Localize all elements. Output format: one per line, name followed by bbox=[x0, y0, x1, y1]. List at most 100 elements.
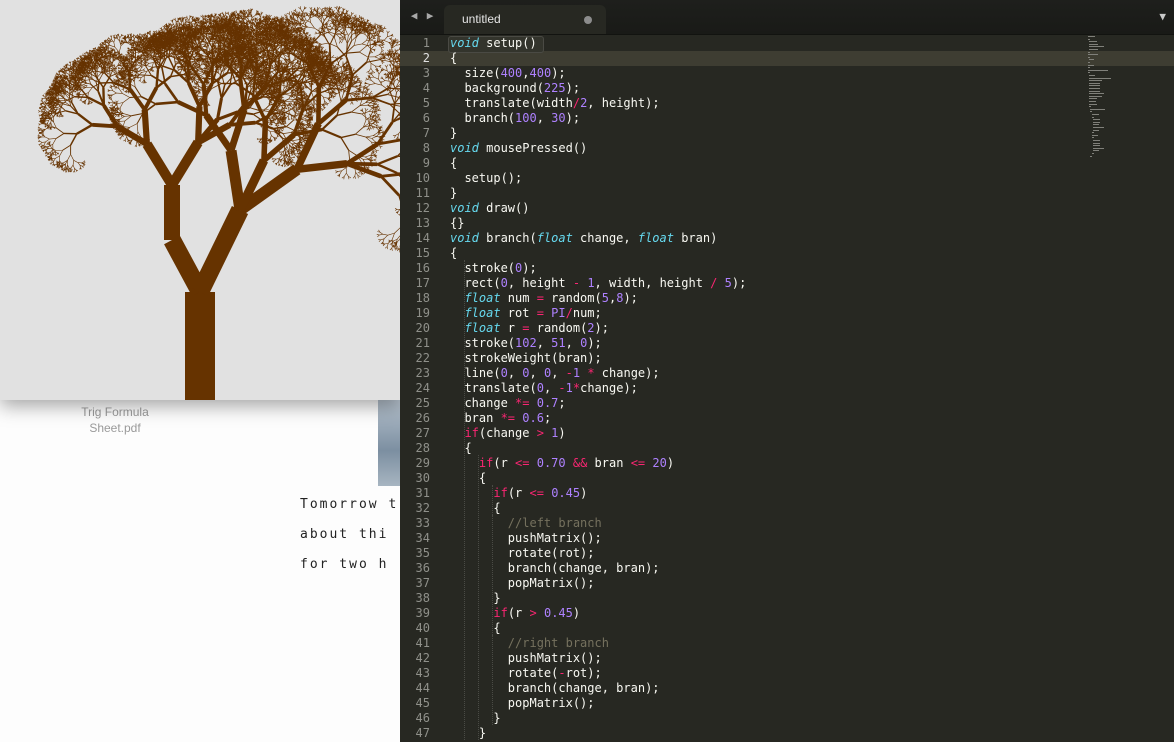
tree-branch bbox=[67, 81, 68, 82]
tree-branch bbox=[46, 139, 50, 142]
tree-branch bbox=[45, 137, 49, 139]
tree-branch bbox=[77, 125, 93, 134]
tree-branch bbox=[147, 144, 172, 185]
tree-branch bbox=[112, 64, 113, 70]
tree-branch bbox=[62, 164, 64, 165]
tree-branch bbox=[78, 114, 92, 125]
tree-branch bbox=[120, 36, 122, 38]
tree-branch bbox=[55, 75, 56, 77]
tree-branch bbox=[115, 71, 116, 72]
tree-branch bbox=[115, 47, 119, 52]
tree-branch bbox=[97, 72, 98, 77]
tree-branch bbox=[54, 158, 56, 161]
tree-branch bbox=[150, 31, 151, 33]
tree-branch bbox=[105, 73, 114, 82]
tree-branch bbox=[56, 128, 64, 133]
tree-branch bbox=[45, 101, 46, 102]
tree-branch bbox=[38, 110, 40, 111]
tree-branch bbox=[53, 86, 54, 87]
tree-branch bbox=[41, 134, 43, 135]
tree-branch bbox=[117, 38, 119, 41]
tree-branch bbox=[60, 150, 63, 156]
tree-branch bbox=[64, 167, 65, 169]
pdf-file-label-line-1: Trig Formula bbox=[60, 404, 170, 420]
tree-branch bbox=[119, 46, 121, 52]
tree-branch bbox=[111, 48, 112, 50]
tree-branch bbox=[140, 34, 141, 36]
tree-branch bbox=[86, 79, 93, 80]
tree-branch bbox=[110, 67, 111, 76]
tree-branch bbox=[57, 109, 60, 110]
tree-branch bbox=[107, 65, 108, 67]
tree-branch bbox=[98, 73, 101, 76]
tree-branch bbox=[200, 210, 240, 292]
tree-branch bbox=[117, 126, 147, 144]
tree-branch bbox=[106, 72, 107, 73]
tree-branch bbox=[67, 154, 70, 160]
tree-branch bbox=[138, 38, 139, 40]
tree-branch bbox=[110, 45, 115, 47]
note-line-2: about thi bbox=[300, 520, 400, 550]
tree-branch bbox=[130, 89, 145, 109]
handwritten-note: Tomorrow t about thi for two h bbox=[300, 490, 400, 610]
tree-branch bbox=[51, 114, 52, 116]
tree-branch bbox=[116, 72, 117, 73]
tree-branch bbox=[41, 109, 42, 111]
tree-branch bbox=[52, 126, 54, 128]
pdf-file-icon[interactable]: Trig Formula Sheet.pdf bbox=[60, 404, 170, 436]
tree-branch bbox=[119, 36, 120, 38]
pdf-file-label-line-2: Sheet.pdf bbox=[60, 420, 170, 436]
tree-branch bbox=[128, 34, 129, 36]
tree-branch bbox=[73, 171, 74, 173]
note-line-3: for two h bbox=[300, 550, 400, 580]
tree-branch bbox=[55, 156, 59, 158]
tree-branch bbox=[40, 142, 42, 144]
tree-branch bbox=[88, 87, 92, 92]
tree-branch bbox=[63, 145, 71, 150]
tree-branch bbox=[71, 165, 73, 168]
tree-branch bbox=[124, 56, 125, 57]
tree-branch bbox=[49, 138, 56, 139]
tree-branch bbox=[74, 160, 78, 162]
tree-branch bbox=[98, 67, 99, 69]
tree-branch bbox=[131, 33, 132, 35]
tree-branch bbox=[40, 124, 42, 125]
fractal-tree-canvas[interactable] bbox=[0, 0, 400, 400]
tree-branch bbox=[145, 110, 147, 144]
tree-branch bbox=[40, 141, 42, 142]
tree-branch bbox=[50, 146, 52, 149]
note-line-1: Tomorrow t bbox=[300, 490, 400, 520]
tree-branch bbox=[91, 73, 92, 78]
tree-branch bbox=[47, 108, 51, 111]
tree-branch bbox=[43, 104, 45, 105]
tree-branch bbox=[56, 150, 63, 151]
tree-branch bbox=[82, 166, 83, 167]
tree-branch bbox=[73, 165, 74, 168]
tree-branch bbox=[122, 40, 123, 41]
tree-branch bbox=[73, 160, 74, 165]
tree-branch bbox=[40, 128, 42, 129]
tree-branch bbox=[111, 35, 112, 37]
tree-branch bbox=[101, 65, 102, 66]
tree-branch bbox=[71, 134, 77, 145]
tree-branch bbox=[67, 73, 69, 74]
desktop-photo bbox=[378, 398, 400, 486]
tree-branch bbox=[82, 87, 86, 89]
tree-branch bbox=[55, 154, 56, 156]
sketch-window[interactable] bbox=[0, 0, 400, 400]
tree-branch bbox=[109, 40, 110, 41]
tree-branch bbox=[57, 98, 64, 99]
tree-branch bbox=[114, 42, 115, 47]
tree-branch bbox=[119, 58, 120, 60]
tree-branch bbox=[80, 87, 88, 97]
tree-branch bbox=[56, 73, 57, 74]
tree-branch bbox=[52, 164, 53, 166]
tree-branch bbox=[80, 99, 81, 100]
tree-branch bbox=[102, 62, 103, 63]
tree-branch bbox=[114, 39, 115, 42]
tree-branch bbox=[68, 75, 69, 77]
tree-branch bbox=[71, 154, 74, 160]
tree-branch bbox=[129, 49, 131, 50]
tree-branch bbox=[53, 138, 56, 144]
tree-branch bbox=[73, 74, 74, 75]
